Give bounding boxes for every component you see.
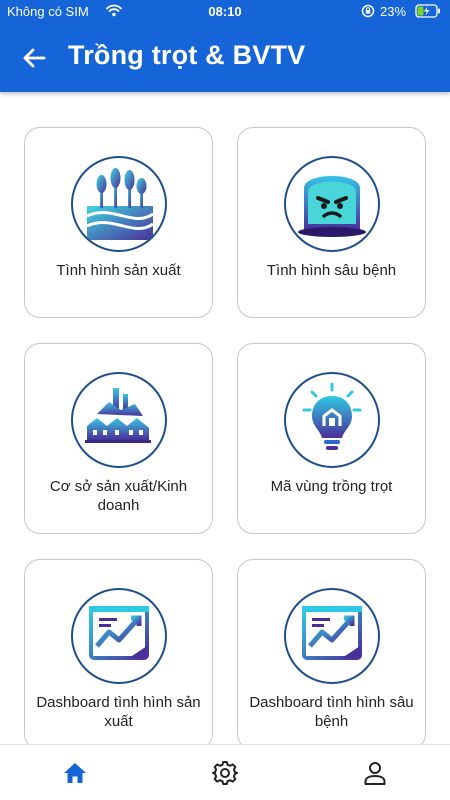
user-icon xyxy=(364,762,386,785)
card-production-status[interactable]: Tình hình sản xuất xyxy=(24,127,213,318)
card-label: Mã vùng trồng trọt xyxy=(270,478,393,495)
status-bar: Không có SIM 08:10 23% xyxy=(0,0,450,24)
arrow-left-icon xyxy=(23,48,46,68)
home-icon xyxy=(64,763,86,783)
dashboard-chart-icon xyxy=(71,588,167,684)
app-bar: Trồng trọt & BVTV xyxy=(0,24,450,92)
card-dashboard-pest[interactable]: Dashboard tình hình sâu bệnh xyxy=(237,559,426,750)
card-label: Dashboard tình hình sâu bệnh xyxy=(249,694,414,730)
card-label: Cơ sở sản xuất/Kinh doanh xyxy=(49,478,188,514)
gear-icon xyxy=(212,761,238,785)
card-crop-area-code[interactable]: Mã vùng trồng trọt xyxy=(237,343,426,534)
nav-home[interactable] xyxy=(61,759,89,787)
bottom-nav xyxy=(0,744,450,800)
nav-settings[interactable] xyxy=(211,759,239,787)
card-label: Tình hình sản xuất xyxy=(56,262,181,279)
lightbulb-building-icon xyxy=(284,372,380,468)
crop-field-icon xyxy=(71,156,167,252)
pest-monster-icon xyxy=(284,156,380,252)
nav-profile[interactable] xyxy=(361,759,389,787)
battery-charging-icon xyxy=(415,4,441,21)
orientation-lock-icon xyxy=(361,4,375,21)
page-title: Trồng trọt & BVTV xyxy=(68,40,306,70)
battery-percent: 23% xyxy=(380,4,407,19)
factory-town-icon xyxy=(71,372,167,468)
card-pest-status[interactable]: Tình hình sâu bệnh xyxy=(237,127,426,318)
back-button[interactable] xyxy=(18,42,50,74)
card-label: Tình hình sâu bệnh xyxy=(266,262,397,279)
card-production-business[interactable]: Cơ sở sản xuất/Kinh doanh xyxy=(24,343,213,534)
dashboard-chart-icon xyxy=(284,588,380,684)
card-label: Dashboard tình hình sản xuất xyxy=(36,694,201,730)
card-dashboard-production[interactable]: Dashboard tình hình sản xuất xyxy=(24,559,213,750)
